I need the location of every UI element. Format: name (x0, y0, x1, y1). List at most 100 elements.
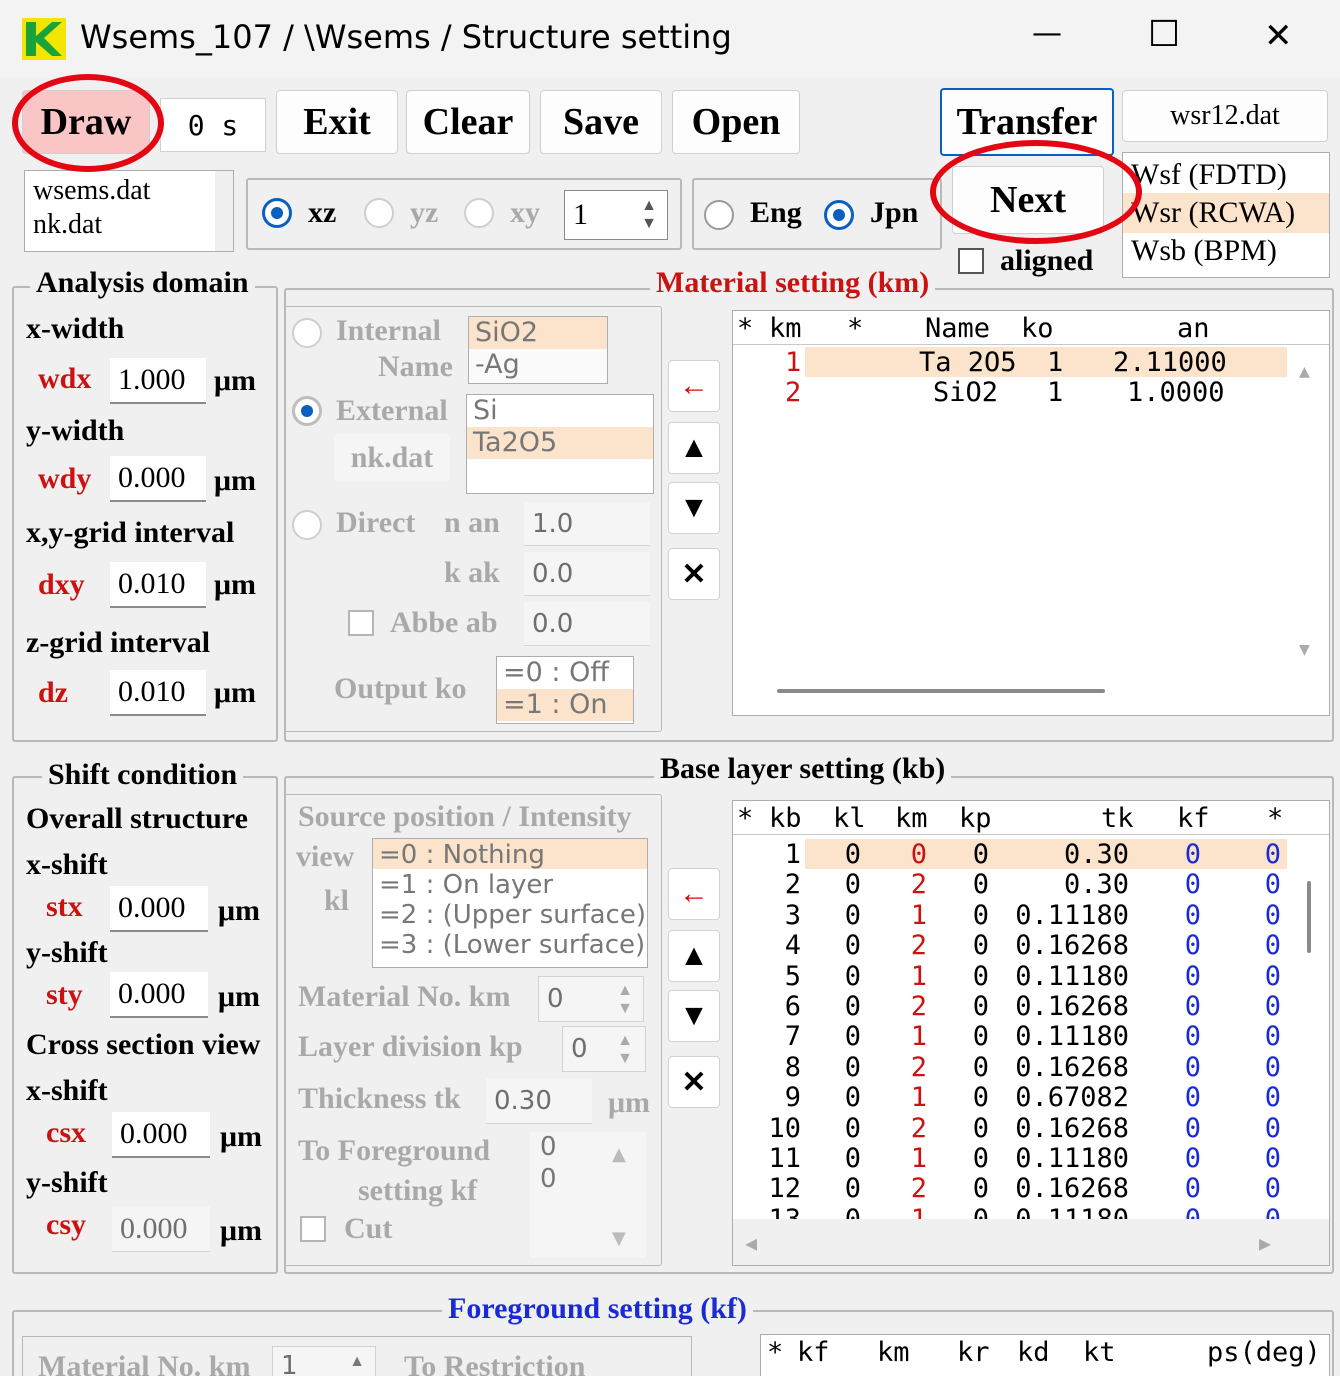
vertical-scrollbar[interactable] (1307, 881, 1311, 953)
kf-cell: 0 (1184, 1143, 1201, 1174)
kf-cell: 0 (1184, 899, 1201, 931)
aligned-checkbox[interactable] (958, 248, 984, 274)
tk-cell: 0.11180 (1015, 899, 1129, 931)
kp-spin-icon[interactable]: ▲ ▼ (610, 1030, 640, 1070)
csy-input[interactable]: 0.000 (112, 1206, 210, 1252)
list-item[interactable]: 0 (530, 1164, 646, 1194)
fg-material-no-label: Material No. km (38, 1350, 251, 1376)
foreground-grid[interactable]: * kf km kr kd kt ps(deg) (760, 1334, 1330, 1376)
s-cell: 0 (1264, 1112, 1281, 1144)
save-button[interactable]: Save (540, 90, 662, 154)
file-item[interactable]: nk.dat (25, 209, 233, 241)
view-yz-radio[interactable] (364, 198, 394, 228)
kp-cell: 0 (972, 869, 989, 901)
fg-km-spin-icon[interactable]: ▲ (342, 1348, 372, 1376)
internal-radio[interactable] (292, 318, 322, 348)
scroll-down-icon[interactable]: ▼ (1299, 639, 1310, 660)
ak-input[interactable]: 0.0 (524, 552, 650, 596)
overall-structure-label: Overall structure (26, 802, 248, 835)
horizontal-scrollbar[interactable] (777, 689, 1105, 693)
list-item[interactable]: SiO2 (469, 317, 607, 349)
kl-cell: 0 (844, 839, 861, 870)
scroll-left-icon[interactable]: ◀ (745, 1231, 757, 1255)
col-header: kr (957, 1337, 990, 1368)
solver-item[interactable]: Wsb (BPM) (1123, 233, 1329, 273)
material-down-button[interactable]: ▼ (668, 482, 720, 534)
stx-input[interactable]: 0.000 (110, 886, 208, 932)
nkfile-button[interactable]: nk.dat (334, 434, 450, 482)
list-item[interactable]: =0 : Nothing (373, 839, 647, 870)
close-icon[interactable]: ✕ (1264, 16, 1293, 56)
list-item[interactable]: =3 : (Lower surface) (373, 929, 647, 960)
tk-cell: 0.16268 (1015, 930, 1129, 962)
csx-input[interactable]: 0.000 (112, 1112, 210, 1158)
wdx-input[interactable]: 1.000 (110, 358, 206, 404)
base-transfer-button[interactable]: ← (668, 868, 720, 920)
sty-input[interactable]: 0.000 (110, 972, 208, 1018)
scroll-down-icon[interactable]: ▼ (612, 1228, 626, 1249)
external-radio[interactable] (292, 396, 322, 426)
wdy-input[interactable]: 0.000 (110, 456, 206, 502)
scroll-up-icon[interactable]: ▲ (1299, 361, 1310, 382)
lang-jpn-radio[interactable] (824, 200, 854, 230)
view-xz-radio[interactable] (262, 198, 292, 228)
view-index-spin-icon[interactable]: ▲ ▼ (634, 194, 664, 236)
list-item[interactable]: Si (467, 395, 653, 427)
material-up-button[interactable]: ▲ (668, 422, 720, 474)
kl-list[interactable]: =0 : Nothing =1 : On layer =2 : (Upper s… (372, 838, 648, 968)
base-layer-grid[interactable]: * kb kl km kp tk kf * 1 0 0 0 0.30 0 0 2 0 2 0 0.30… (732, 800, 1330, 1266)
open-button[interactable]: Open (672, 90, 800, 154)
list-item[interactable]: =0 : Off (497, 657, 633, 689)
list-item[interactable]: Ta2O5 (467, 427, 653, 459)
exit-button[interactable]: Exit (276, 90, 398, 154)
kf-list[interactable]: 0 0 ▲ ▼ (530, 1132, 646, 1258)
dz-input[interactable]: 0.010 (110, 670, 206, 716)
km-spin-icon[interactable]: ▲ ▼ (610, 980, 640, 1020)
list-item[interactable]: =2 : (Upper surface) (373, 899, 647, 930)
an-input[interactable]: 1.0 (524, 502, 650, 546)
minimize-icon[interactable]: — (1032, 16, 1062, 51)
material-delete-button[interactable]: ✕ (668, 548, 720, 600)
dxy-input[interactable]: 0.010 (110, 562, 206, 608)
material-transfer-button[interactable]: ← (668, 360, 720, 412)
kp-cell: 0 (972, 1082, 989, 1114)
km-cell: 2 (910, 930, 927, 962)
list-item[interactable]: 0 (530, 1132, 646, 1164)
window-title: Wsems_107 / \Wsems / Structure setting (80, 18, 732, 56)
base-delete-button[interactable]: ✕ (668, 1056, 720, 1108)
kl-cell: 0 (844, 1051, 861, 1083)
cut-checkbox[interactable] (300, 1216, 326, 1242)
internal-material-list[interactable]: SiO2 -Ag (468, 316, 608, 384)
list-item[interactable]: =1 : On (497, 689, 633, 721)
solver-list: Wsf (FDTD) Wsr (RCWA) Wsb (BPM) (1122, 152, 1330, 278)
base-up-button[interactable]: ▲ (668, 930, 720, 982)
list-item[interactable]: =1 : On layer (373, 869, 647, 900)
maximize-icon[interactable]: ☐ (1148, 14, 1180, 55)
name-cell: Ta 2O5 (919, 347, 1017, 378)
direct-radio[interactable] (292, 510, 322, 540)
base-down-button[interactable]: ▼ (668, 990, 720, 1042)
scroll-right-icon[interactable]: ▶ (1259, 1231, 1271, 1255)
scroll-up-icon[interactable]: ▲ (612, 1144, 626, 1165)
s-cell: 0 (1264, 839, 1281, 870)
zgrid-label: z-grid interval (26, 626, 211, 659)
file-item[interactable]: wsems.dat (25, 171, 233, 209)
thickness-label: Thickness tk (298, 1082, 461, 1115)
tk-input[interactable]: 0.30 (486, 1078, 592, 1124)
cut-label: Cut (344, 1212, 393, 1245)
ab-input[interactable]: 0.0 (524, 602, 650, 646)
col-header: * (1267, 803, 1284, 834)
name-cell: SiO2 (933, 377, 999, 408)
list-item[interactable]: -Ag (469, 349, 607, 381)
solver-item[interactable]: Wsf (FDTD) (1123, 153, 1329, 193)
abbe-checkbox[interactable] (348, 610, 374, 636)
clear-button[interactable]: Clear (406, 90, 530, 154)
solver-item-selected[interactable]: Wsr (RCWA) (1123, 193, 1329, 233)
material-grid[interactable]: * km * Name ko an 1 Ta 2O5 1 2.11000 2 S… (732, 310, 1330, 716)
external-material-list[interactable]: Si Ta2O5 (466, 394, 654, 494)
shift-condition-title: Shift condition (42, 758, 244, 792)
view-xy-radio[interactable] (464, 198, 494, 228)
abbe-label: Abbe ab (390, 606, 498, 639)
output-list[interactable]: =0 : Off =1 : On (496, 656, 634, 724)
lang-eng-radio[interactable] (704, 200, 734, 230)
